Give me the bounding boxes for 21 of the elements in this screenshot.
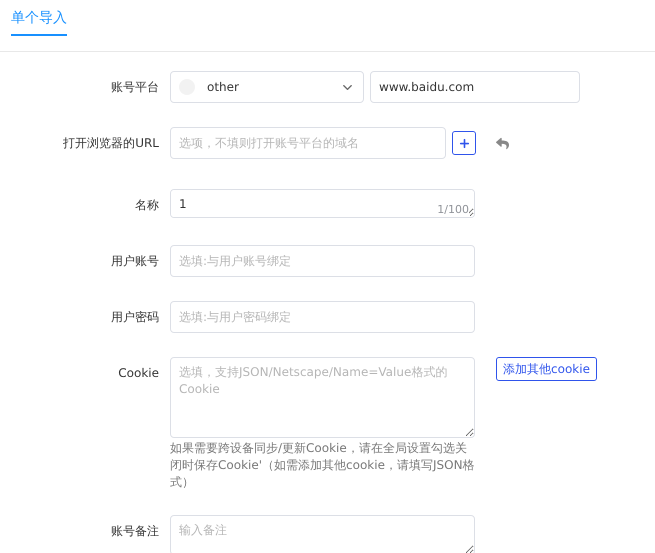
platform-select[interactable]: other: [170, 71, 364, 103]
domain-field[interactable]: www.baidu.com: [370, 71, 580, 103]
url-field[interactable]: 选项，不填则打开账号平台的域名: [170, 127, 446, 159]
field-label: Cookie: [118, 365, 159, 382]
field-label: 账号备注: [111, 523, 159, 540]
cookie-field[interactable]: 选填，支持JSON/Netscape/Name=Value格式的Cookie: [170, 357, 475, 438]
field-label: 打开浏览器的URL: [63, 135, 159, 152]
text-field[interactable]: 选填:与用户密码绑定: [170, 301, 475, 333]
field-label: 用户密码: [111, 309, 159, 326]
char-counter: 1/100: [437, 203, 469, 216]
add-button[interactable]: [452, 131, 476, 155]
field-label: 用户账号: [111, 253, 159, 270]
add-cookie-button[interactable]: 添加其他cookie: [496, 357, 597, 381]
reply-arrow-icon[interactable]: [496, 136, 509, 150]
text-field[interactable]: 选填:与用户账号绑定: [170, 245, 475, 277]
note-field[interactable]: 输入备注: [170, 515, 475, 553]
field-label: 账号平台: [111, 79, 159, 96]
field-label: 名称: [135, 197, 159, 214]
help-text: 如果需要跨设备同步/更新Cookie，请在全局设置勾选关闭时保存Cookie'（如需添加其他cookie，请填写JSON格式）: [170, 440, 475, 491]
plus-icon: [458, 136, 470, 150]
select-value: other: [207, 80, 240, 94]
